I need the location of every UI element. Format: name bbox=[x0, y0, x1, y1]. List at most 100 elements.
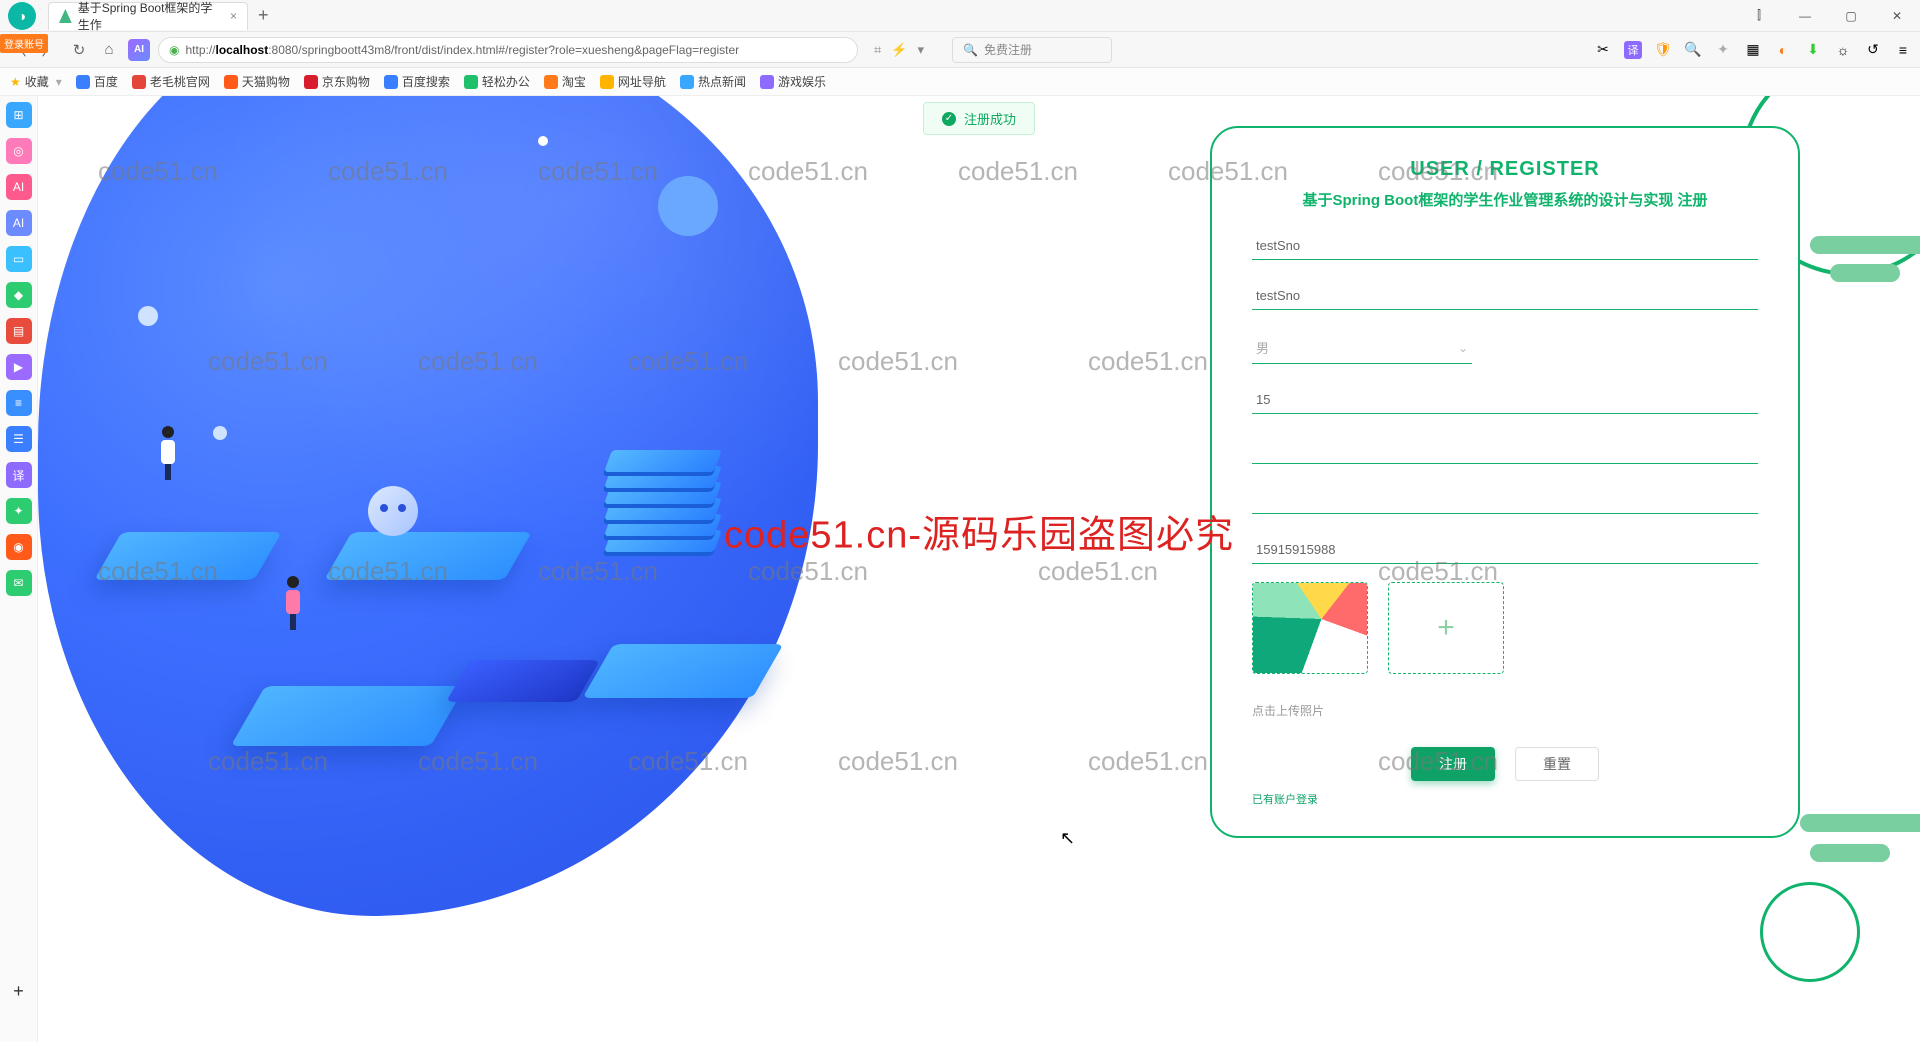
side-icon[interactable]: ▤ bbox=[6, 318, 32, 344]
dropdown-icon[interactable]: ▾ bbox=[918, 42, 925, 58]
pw2-input[interactable] bbox=[1256, 492, 1754, 507]
deco-dot bbox=[138, 306, 158, 326]
side-icon[interactable]: ◆ bbox=[6, 282, 32, 308]
ext-icon[interactable]: ✦ bbox=[1714, 41, 1732, 59]
menu-icon[interactable]: ≡ bbox=[1894, 41, 1912, 59]
iso-platform bbox=[108, 516, 268, 596]
reset-button[interactable]: 重置 bbox=[1515, 747, 1599, 781]
age-input[interactable] bbox=[1256, 392, 1754, 407]
vue-favicon-icon bbox=[59, 9, 72, 23]
bookmark-item[interactable]: 淘宝 bbox=[544, 73, 586, 90]
bookmark-icon bbox=[224, 75, 238, 89]
bookmark-item[interactable]: 老毛桃官网 bbox=[132, 73, 210, 90]
sno-input[interactable] bbox=[1256, 238, 1754, 253]
watermark: code51.cn bbox=[1038, 556, 1158, 587]
nav-reload-icon[interactable]: ↻ bbox=[68, 39, 90, 61]
url-host: localhost bbox=[216, 43, 269, 57]
bookmark-item[interactable]: 轻松办公 bbox=[464, 73, 530, 90]
chevron-down-icon: ⌄ bbox=[1458, 341, 1468, 355]
history-icon[interactable]: ↺ bbox=[1864, 41, 1882, 59]
bookmark-icon bbox=[384, 75, 398, 89]
side-icon[interactable]: ✉ bbox=[6, 570, 32, 596]
search-box[interactable]: 🔍 免费注册 bbox=[952, 37, 1112, 63]
shield-icon[interactable]: 🛡 bbox=[1654, 41, 1672, 59]
bookmark-item[interactable]: 天猫购物 bbox=[224, 73, 290, 90]
orange-icon[interactable]: ◐ bbox=[1774, 41, 1792, 59]
pw1-field[interactable] bbox=[1252, 436, 1758, 464]
bookmark-icon bbox=[680, 75, 694, 89]
zoom-icon[interactable]: 🔍 bbox=[1684, 41, 1702, 59]
cursor-icon: ↖ bbox=[1060, 828, 1075, 849]
deco-circle bbox=[658, 176, 718, 236]
login-link[interactable]: 已有账户登录 bbox=[1252, 791, 1318, 807]
side-icon[interactable]: ◎ bbox=[6, 138, 32, 164]
uploaded-image[interactable] bbox=[1252, 582, 1368, 674]
name-field[interactable] bbox=[1252, 282, 1758, 310]
window-min-icon[interactable]: — bbox=[1782, 0, 1828, 32]
scissors-icon[interactable]: ✂ bbox=[1594, 41, 1612, 59]
flash-icon[interactable]: ⚡ bbox=[891, 42, 907, 58]
side-icon[interactable]: AI bbox=[6, 210, 32, 236]
page-content: ✓ 注册成功 USER / REGISTER 基于Spring Boot框架的学… bbox=[38, 96, 1920, 1042]
new-tab-button[interactable]: + bbox=[258, 5, 269, 26]
watermark: code51.cn bbox=[1088, 346, 1208, 377]
side-icon[interactable]: ✦ bbox=[6, 498, 32, 524]
side-icon[interactable]: ▶ bbox=[6, 354, 32, 380]
tab-title: 基于Spring Boot框架的学生作 bbox=[78, 0, 222, 33]
bookmark-item[interactable]: 游戏娱乐 bbox=[760, 73, 826, 90]
bookmark-icon bbox=[304, 75, 318, 89]
side-icon[interactable]: 译 bbox=[6, 462, 32, 488]
sidebar-add-button[interactable]: + bbox=[13, 981, 24, 1002]
gender-select[interactable]: 男 ⌄ bbox=[1252, 332, 1472, 364]
upload-add-box[interactable]: + bbox=[1388, 582, 1504, 674]
pw2-field[interactable] bbox=[1252, 486, 1758, 514]
side-icon[interactable]: ▭ bbox=[6, 246, 32, 272]
phone-field[interactable] bbox=[1252, 536, 1758, 564]
qr-icon[interactable]: ⌗ bbox=[874, 42, 881, 58]
side-icon[interactable]: ☰ bbox=[6, 426, 32, 452]
watermark: code51.cn bbox=[958, 156, 1078, 187]
bookmark-icon bbox=[76, 75, 90, 89]
bookmark-icon bbox=[132, 75, 146, 89]
iso-platform bbox=[598, 626, 768, 716]
window-close-icon[interactable]: ✕ bbox=[1874, 0, 1920, 32]
bookmark-item[interactable]: 网址导航 bbox=[600, 73, 666, 90]
register-button[interactable]: 注册 bbox=[1411, 747, 1495, 781]
bookmark-item[interactable]: 百度搜索 bbox=[384, 73, 450, 90]
sno-field[interactable] bbox=[1252, 232, 1758, 260]
age-field[interactable] bbox=[1252, 386, 1758, 414]
bookmark-item[interactable]: 热点新闻 bbox=[680, 73, 746, 90]
side-icon[interactable]: AI bbox=[6, 174, 32, 200]
tab-close-icon[interactable]: × bbox=[230, 9, 237, 23]
bookmark-icon bbox=[544, 75, 558, 89]
search-icon: 🔍 bbox=[963, 43, 978, 57]
url-input[interactable]: ◉ http://localhost:8080/springboott43m8/… bbox=[158, 37, 858, 63]
titlebar: ◑ 基于Spring Boot框架的学生作 × + ⫿ — ▢ ✕ bbox=[0, 0, 1920, 32]
login-tag[interactable]: 登录账号 bbox=[0, 34, 48, 53]
deco-green-wave bbox=[1810, 236, 1920, 254]
side-icon[interactable]: ⊞ bbox=[6, 102, 32, 128]
nav-home-icon[interactable]: ⌂ bbox=[98, 39, 120, 61]
window-max-icon[interactable]: ▢ bbox=[1828, 0, 1874, 32]
sun-icon[interactable]: ☼ bbox=[1834, 41, 1852, 59]
side-icon[interactable]: ≡ bbox=[6, 390, 32, 416]
translate-icon[interactable]: 译 bbox=[1624, 41, 1642, 59]
apps-icon[interactable]: ▦ bbox=[1744, 41, 1762, 59]
favorites-button[interactable]: ★收藏▾ bbox=[10, 73, 62, 90]
upload-hint: 点击上传照片 bbox=[1252, 702, 1758, 719]
watermark: code51.cn bbox=[838, 746, 958, 777]
phone-input[interactable] bbox=[1256, 542, 1754, 557]
bookmark-item[interactable]: 京东购物 bbox=[304, 73, 370, 90]
name-input[interactable] bbox=[1256, 288, 1754, 303]
ai-button-icon[interactable]: AI bbox=[128, 39, 150, 61]
success-toast: ✓ 注册成功 bbox=[923, 102, 1035, 135]
bookmark-icon bbox=[464, 75, 478, 89]
bookmark-icon bbox=[760, 75, 774, 89]
person-figure bbox=[158, 426, 178, 476]
pw1-input[interactable] bbox=[1256, 442, 1754, 457]
window-pin-icon[interactable]: ⫿ bbox=[1736, 0, 1782, 32]
browser-tab[interactable]: 基于Spring Boot框架的学生作 × bbox=[48, 2, 248, 30]
download-icon[interactable]: ⬇ bbox=[1804, 41, 1822, 59]
side-icon[interactable]: ◉ bbox=[6, 534, 32, 560]
bookmark-item[interactable]: 百度 bbox=[76, 73, 118, 90]
